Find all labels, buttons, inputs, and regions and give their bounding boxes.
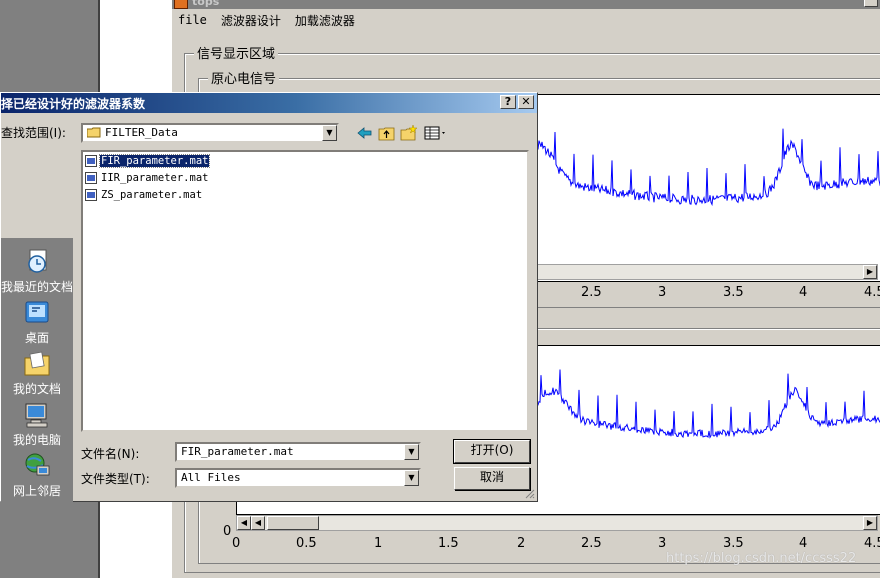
axes2-scrollbar[interactable]: ◀ ◀ ▶: [236, 515, 878, 531]
matlab-icon: [174, 0, 188, 9]
dialog-toolbar: [355, 123, 455, 143]
file-item[interactable]: ZS_parameter.mat: [85, 188, 203, 203]
axes2-xtick: 1.5: [438, 536, 459, 551]
my-computer-icon: [25, 403, 48, 428]
place-label: 我的文档: [12, 382, 61, 396]
chevron-down-icon[interactable]: ▼: [404, 444, 419, 460]
figure-menubar: file 滤波器设计 加载滤波器: [172, 10, 880, 30]
dialog-titlebar[interactable]: 择已经设计好的滤波器系数 ? ✕: [1, 93, 537, 113]
menu-load-filter[interactable]: 加载滤波器: [295, 12, 355, 29]
axes2-xtick: 1: [374, 536, 383, 551]
axes2-xtick: 0: [232, 536, 241, 551]
axes2-xtick: 4.5: [864, 536, 880, 551]
place-label: 我最近的文档: [1, 280, 74, 294]
file-list[interactable]: FIR_parameter.mat IIR_parameter.mat ZS_p…: [81, 150, 529, 432]
place-recent-documents[interactable]: 我最近的文档: [1, 248, 73, 296]
scrollbar-thumb[interactable]: [267, 516, 319, 530]
file-type-value: All Files: [181, 471, 241, 484]
chevron-down-icon[interactable]: ▼: [322, 125, 337, 141]
file-name: ZS_parameter.mat: [101, 189, 203, 201]
menu-filter-design[interactable]: 滤波器设计: [221, 12, 281, 29]
mat-file-icon: [85, 189, 97, 201]
scroll-right-arrow-icon[interactable]: ▶: [863, 516, 877, 530]
figure-close-button[interactable]: [864, 0, 878, 7]
figure-title: tops: [192, 0, 220, 8]
place-label: 网上邻居: [12, 484, 61, 498]
file-item[interactable]: IIR_parameter.mat: [85, 171, 209, 186]
axes1-xtick: 4.5: [864, 285, 880, 300]
axes2-xtick: 3.5: [723, 536, 744, 551]
look-in-combo[interactable]: FILTER_Data ▼: [81, 123, 339, 143]
desktop-icon: [25, 301, 49, 323]
axes2-xtick: 2.5: [581, 536, 602, 551]
menu-file[interactable]: file: [178, 13, 207, 27]
file-name: FIR_parameter.mat: [98, 154, 211, 168]
look-in-label: 查找范围(I):: [1, 126, 66, 140]
mat-file-icon: [85, 172, 97, 184]
look-in-value: FILTER_Data: [105, 126, 178, 139]
axes2-ytick-zero: 0: [223, 524, 232, 539]
place-label: 桌面: [24, 331, 49, 345]
axes1-xtick: 2.5: [581, 285, 602, 300]
scroll-left-small-arrow-icon[interactable]: ◀: [251, 516, 265, 530]
network-places-icon: [25, 453, 50, 476]
file-name: IIR_parameter.mat: [101, 172, 209, 184]
cancel-button[interactable]: 取消: [454, 467, 530, 490]
view-menu-icon[interactable]: [423, 123, 449, 143]
scroll-right-arrow-icon[interactable]: ▶: [863, 265, 877, 279]
open-button[interactable]: 打开(O): [453, 439, 531, 464]
place-label: 我的电脑: [12, 433, 61, 447]
dialog-title: 择已经设计好的滤波器系数: [1, 97, 146, 111]
axes1-xtick: 3: [658, 285, 667, 300]
scroll-left-arrow-icon[interactable]: ◀: [237, 516, 251, 530]
file-type-label: 文件类型(T):: [81, 472, 150, 486]
file-name-label: 文件名(N):: [81, 447, 140, 461]
axes1-xtick: 3.5: [723, 285, 744, 300]
place-my-documents[interactable]: 我的文档: [1, 350, 73, 398]
place-network[interactable]: 网上邻居: [1, 452, 73, 500]
recent-documents-icon: [28, 249, 47, 273]
folder-icon: [87, 127, 101, 138]
new-folder-icon[interactable]: [399, 123, 419, 143]
back-arrow-icon[interactable]: [355, 123, 375, 143]
figure-titlebar: tops: [172, 0, 880, 9]
places-bar: 我最近的文档 桌面 我的文档 我的电脑 网上邻居: [1, 238, 73, 578]
signal-display-label: 信号显示区域: [194, 43, 279, 62]
help-button[interactable]: ?: [500, 95, 516, 109]
file-item[interactable]: FIR_parameter.mat: [85, 154, 211, 169]
file-name-value: FIR_parameter.mat: [181, 445, 294, 458]
resize-grip-icon[interactable]: [523, 487, 535, 499]
original-ecg-label: 原心电信号: [208, 68, 280, 87]
watermark: https://blog.csdn.net/ccsss22: [666, 551, 857, 566]
my-documents-icon: [24, 351, 50, 376]
axes2-xtick: 4: [799, 536, 808, 551]
chevron-down-icon[interactable]: ▼: [404, 470, 419, 486]
axes2-xtick: 0.5: [296, 536, 317, 551]
mat-file-icon: [85, 155, 97, 167]
close-button[interactable]: ✕: [518, 95, 534, 109]
open-file-dialog: 择已经设计好的滤波器系数 ? ✕ 查找范围(I): FILTER_Data ▼: [0, 92, 538, 578]
place-desktop[interactable]: 桌面: [1, 299, 73, 347]
up-folder-icon[interactable]: [377, 123, 397, 143]
axes2-xtick: 2: [517, 536, 526, 551]
place-my-computer[interactable]: 我的电脑: [1, 401, 73, 449]
file-name-combo[interactable]: FIR_parameter.mat ▼: [175, 442, 421, 462]
axes2-xtick: 3: [658, 536, 667, 551]
file-type-combo[interactable]: All Files ▼: [175, 468, 421, 488]
axes1-xtick: 4: [799, 285, 808, 300]
